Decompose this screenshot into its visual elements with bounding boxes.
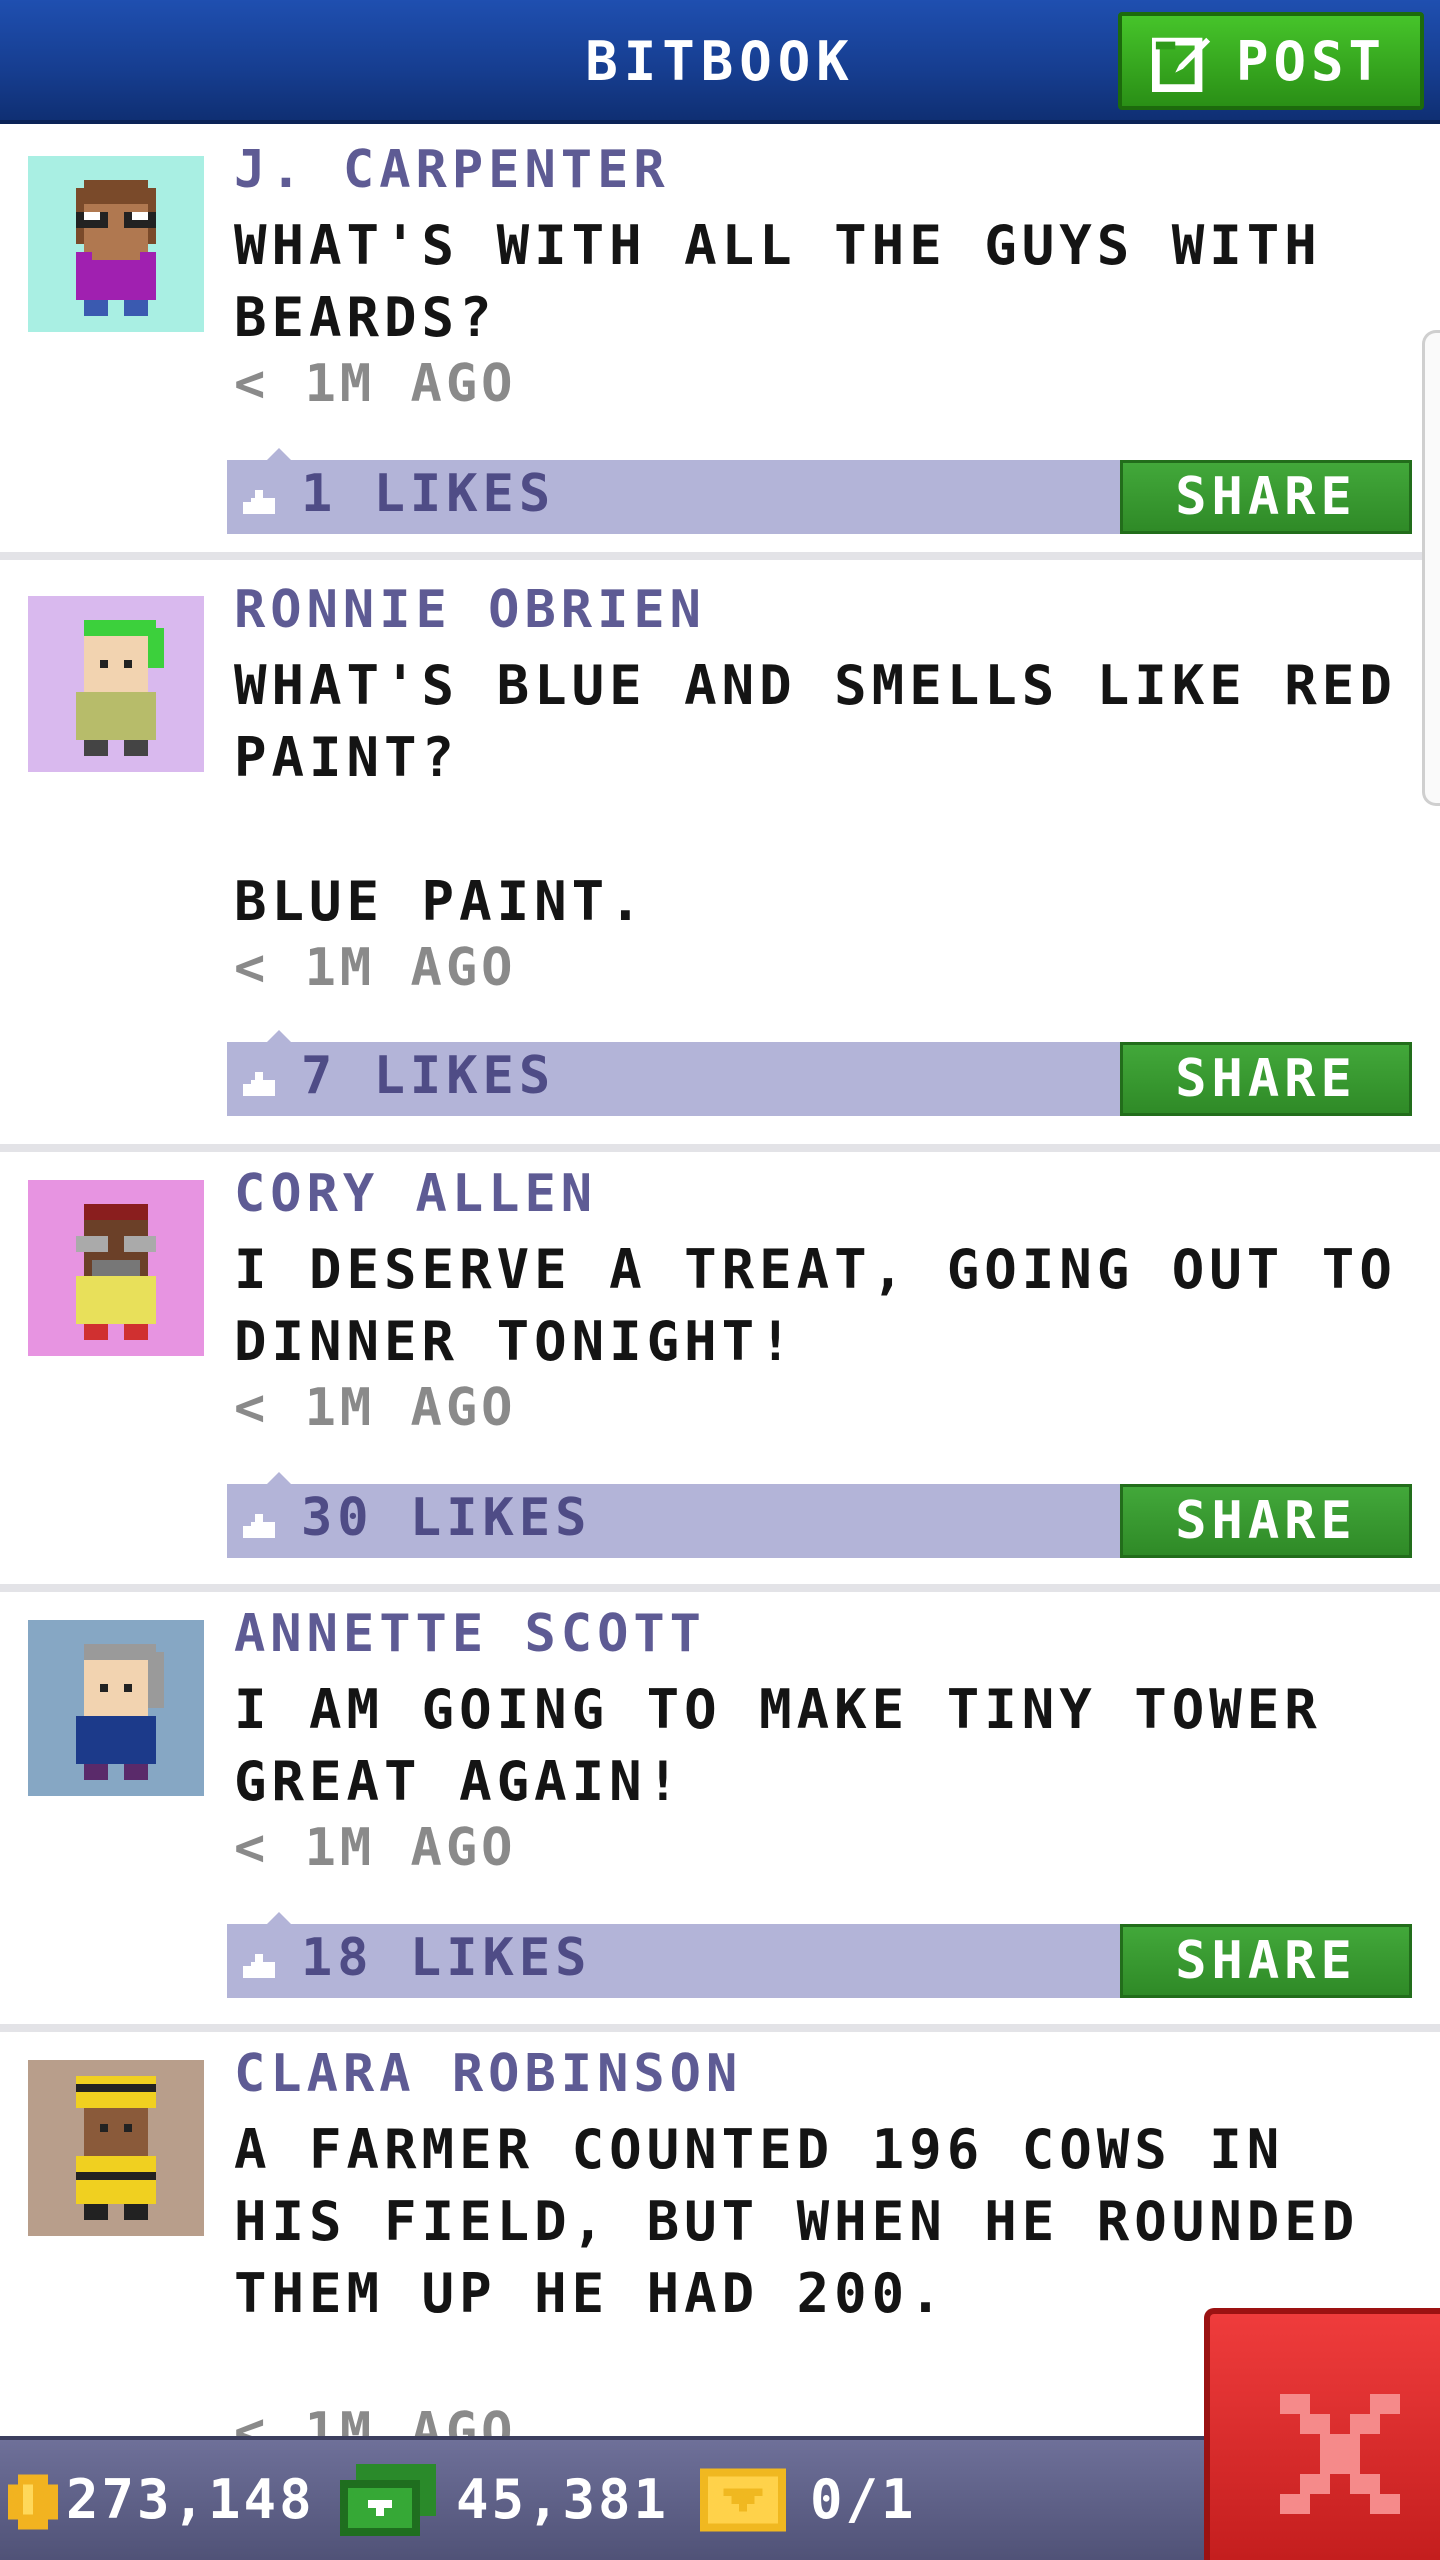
coin-icon xyxy=(8,2474,58,2530)
feed-post: ANNETTE SCOTT I AM GOING TO MAKE TINY TO… xyxy=(0,1592,1440,2032)
post-message: WHAT'S BLUE AND SMELLS LIKE RED PAINT? B… xyxy=(234,654,1397,933)
post-author[interactable]: CORY ALLEN xyxy=(234,1164,597,1224)
top-bar: BITBOOK POST xyxy=(0,0,1440,124)
avatar xyxy=(28,156,204,332)
post-message: A FARMER COUNTED 196 COWS IN HIS FIELD, … xyxy=(234,2118,1360,2325)
post-button-label: POST xyxy=(1236,29,1387,93)
post-message: WHAT'S WITH ALL THE GUYS WITH BEARDS? xyxy=(234,214,1322,349)
post-author[interactable]: ANNETTE SCOTT xyxy=(234,1604,706,1664)
vip-ticket-icon xyxy=(700,2468,786,2532)
likes-count[interactable]: 18 LIKES xyxy=(301,1928,591,1988)
post-time: < 1M AGO xyxy=(234,1818,517,1878)
like-icon xyxy=(243,490,275,514)
coin-count: 273,148 xyxy=(66,2468,315,2531)
post-time: < 1M AGO xyxy=(234,1378,517,1438)
share-button[interactable]: SHARE xyxy=(1120,460,1412,534)
feed-post: CORY ALLEN I DESERVE A TREAT, GOING OUT … xyxy=(0,1152,1440,1592)
likes-count[interactable]: 7 LIKES xyxy=(301,1046,555,1106)
close-button[interactable] xyxy=(1204,2308,1440,2560)
bux-count: 45,381 xyxy=(456,2468,670,2531)
avatar xyxy=(28,2060,204,2236)
feed-post: J. CARPENTER WHAT'S WITH ALL THE GUYS WI… xyxy=(0,128,1440,560)
share-button[interactable]: SHARE xyxy=(1120,1042,1412,1116)
like-icon xyxy=(243,1072,275,1096)
likes-bar: 30 LIKES SHARE xyxy=(227,1472,1412,1558)
avatar xyxy=(28,1620,204,1796)
cash-icon xyxy=(340,2464,436,2536)
post-author[interactable]: J. CARPENTER xyxy=(234,140,670,200)
post-time: < 1M AGO xyxy=(234,354,517,414)
post-button[interactable]: POST xyxy=(1118,12,1424,110)
post-author[interactable]: RONNIE OBRIEN xyxy=(234,580,706,640)
post-message: I AM GOING TO MAKE TINY TOWER GREAT AGAI… xyxy=(234,1678,1322,1813)
post-time: < 1M AGO xyxy=(234,938,517,998)
share-button[interactable]: SHARE xyxy=(1120,1484,1412,1558)
likes-count[interactable]: 30 LIKES xyxy=(301,1488,591,1548)
likes-bar: 7 LIKES SHARE xyxy=(227,1030,1412,1116)
avatar xyxy=(28,596,204,772)
avatar xyxy=(28,1180,204,1356)
post-author[interactable]: CLARA ROBINSON xyxy=(234,2044,742,2104)
like-icon xyxy=(243,1954,275,1978)
share-button[interactable]: SHARE xyxy=(1120,1924,1412,1998)
scroll-indicator[interactable] xyxy=(1422,330,1440,806)
like-icon xyxy=(243,1514,275,1538)
close-icon xyxy=(1280,2394,1400,2514)
vip-count: 0/1 xyxy=(810,2468,917,2531)
likes-bar: 18 LIKES SHARE xyxy=(227,1912,1412,1998)
feed-post: RONNIE OBRIEN WHAT'S BLUE AND SMELLS LIK… xyxy=(0,568,1440,1152)
post-message: I DESERVE A TREAT, GOING OUT TO DINNER T… xyxy=(234,1238,1397,1373)
likes-count[interactable]: 1 LIKES xyxy=(301,464,555,524)
likes-bar: 1 LIKES SHARE xyxy=(227,448,1412,534)
edit-icon xyxy=(1152,37,1211,92)
